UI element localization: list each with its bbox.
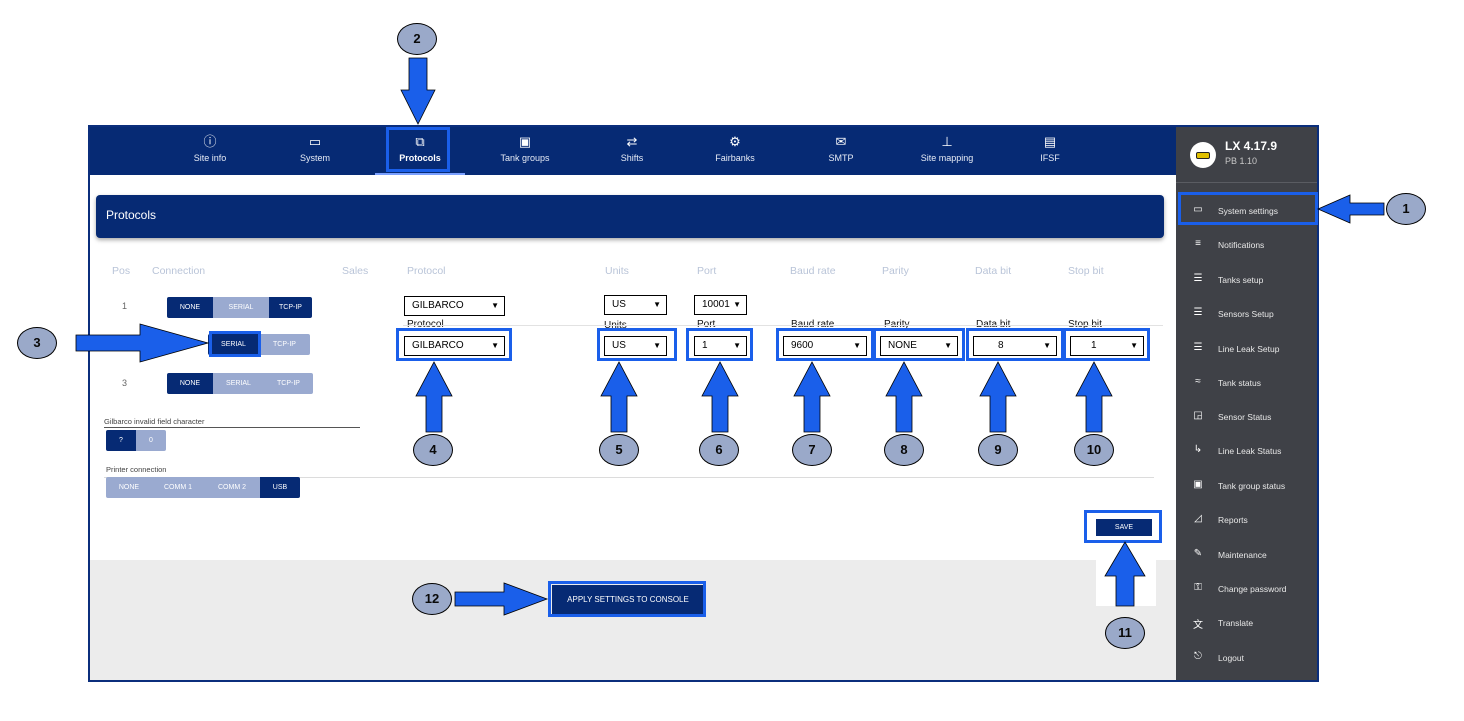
arrow-12 <box>454 582 549 616</box>
callout-6: 6 <box>699 434 739 466</box>
callout-7: 7 <box>792 434 832 466</box>
callout-8: 8 <box>884 434 924 466</box>
arrow-1 <box>1317 194 1385 224</box>
callout-11: 11 <box>1105 617 1145 649</box>
callout-12: 12 <box>412 583 452 615</box>
arrow-9 <box>979 361 1017 433</box>
arrow-3 <box>75 323 210 363</box>
arrow-4 <box>415 361 453 433</box>
callout-10: 10 <box>1074 434 1114 466</box>
arrow-6 <box>701 361 739 433</box>
callout-9: 9 <box>978 434 1018 466</box>
arrow-2 <box>400 57 436 125</box>
annotation-arrows <box>75 57 1385 616</box>
annotated-screenshot: ⓘ Site info ▭ System ⧉ Protocols ▣ Tank grou… <box>0 0 1464 721</box>
callout-4: 4 <box>413 434 453 466</box>
callout-5: 5 <box>599 434 639 466</box>
arrow-7 <box>793 361 831 433</box>
arrow-5 <box>600 361 638 433</box>
callout-2: 2 <box>397 23 437 55</box>
callout-3: 3 <box>17 327 57 359</box>
arrow-10 <box>1075 361 1113 433</box>
arrow-8 <box>885 361 923 433</box>
arrow-11 <box>1104 541 1146 607</box>
callout-1: 1 <box>1386 193 1426 225</box>
